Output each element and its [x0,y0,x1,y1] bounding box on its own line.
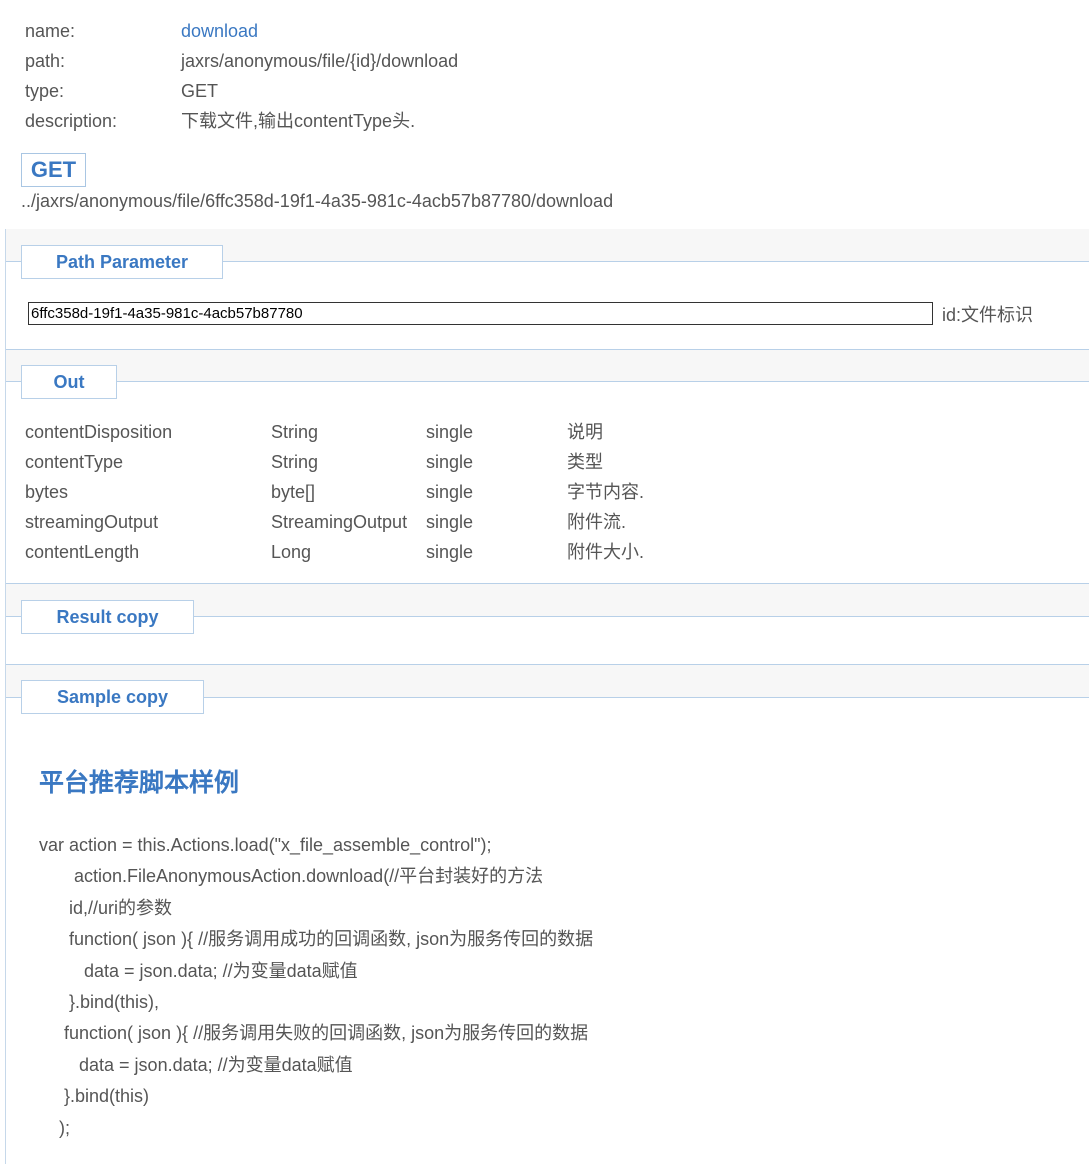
table-row: bytes byte[] single 字节内容. [25,477,725,507]
code-line: }.bind(this) [39,1086,150,1107]
info-key: description: [25,111,118,131]
table-row: contentDisposition String single 说明 [25,417,725,447]
out-table: contentDisposition String single 说明 contentT… [25,417,725,567]
sample-code: var action = this.Actions.load("x_file_a… [39,830,593,1144]
info-row-path: path: jaxrs/anonymous/file/{id}/download [25,48,458,78]
field-description: 附件大小. [567,542,645,562]
tab-path-parameter[interactable]: Path Parameter [21,245,223,279]
info-row-name: name: download [25,18,458,48]
field-type: StreamingOutput [271,512,408,532]
info-key: name: [25,21,76,41]
field-name: contentLength [25,542,140,562]
out-section: Out contentDisposition String single 说明 cont… [5,350,1089,584]
info-value: GET [181,81,219,101]
field-type: String [271,422,319,442]
field-mode: single [426,482,474,502]
api-info: name: download path: jaxrs/anonymous/fil… [25,18,458,138]
info-key: type: [25,81,65,101]
code-line: data = json.data; //为变量data赋值 [39,960,358,981]
tab-out[interactable]: Out [21,365,117,399]
field-description: 字节内容. [567,482,645,502]
info-row-description: description: 下载文件,输出contentType头. [25,108,458,138]
result-section: Result copy [5,584,1089,665]
info-row-type: type: GET [25,78,458,108]
field-mode: single [426,422,474,442]
code-line: var action = this.Actions.load("x_file_a… [39,835,492,855]
field-description: 说明 [567,422,603,442]
result-copy-button[interactable]: Result copy [21,600,194,634]
info-value: jaxrs/anonymous/file/{id}/download [181,51,459,71]
field-name: bytes [25,482,69,502]
api-name-link[interactable]: download [181,18,258,48]
code-line: }.bind(this), [39,991,160,1012]
id-param-input[interactable]: 6ffc358d-19f1-4a35-981c-4acb57b87780 [28,302,933,325]
field-mode: single [426,512,474,532]
info-value: 下载文件,输出contentType头. [181,111,416,131]
path-parameter-section: Path Parameter 6ffc358d-19f1-4a35-981c-4… [5,229,1089,350]
code-line: action.FileAnonymousAction.download(//平台… [39,866,544,887]
table-row: contentType String single 类型 [25,447,725,477]
sample-section: Sample copy 平台推荐脚本样例 var action = this.A… [5,665,1089,1164]
field-description: 附件流. [567,512,627,532]
table-row: streamingOutput StreamingOutput single 附件流. [25,507,725,537]
code-line: id,//uri的参数 [39,897,173,918]
code-line: ); [39,1117,70,1138]
code-line: function( json ){ //服务调用成功的回调函数, json为服务… [39,929,594,950]
field-type: Long [271,542,312,562]
get-method-button[interactable]: GET [21,153,86,187]
field-name: contentType [25,452,124,472]
field-mode: single [426,542,474,562]
id-param-label: id:文件标识 [942,305,1034,325]
table-row: contentLength Long single 附件大小. [25,537,725,567]
field-mode: single [426,452,474,472]
field-type: String [271,452,319,472]
sample-copy-button[interactable]: Sample copy [21,680,204,714]
code-line: data = json.data; //为变量data赋值 [39,1054,353,1075]
field-description: 类型 [567,452,603,472]
sample-title: 平台推荐脚本样例 [39,769,240,797]
field-name: streamingOutput [25,512,159,532]
code-line: function( json ){ //服务调用失败的回调函数, json为服务… [39,1023,589,1044]
request-url: ../jaxrs/anonymous/file/6ffc358d-19f1-4a… [21,191,614,211]
field-type: byte[] [271,482,316,502]
info-key: path: [25,51,66,71]
field-name: contentDisposition [25,422,173,442]
